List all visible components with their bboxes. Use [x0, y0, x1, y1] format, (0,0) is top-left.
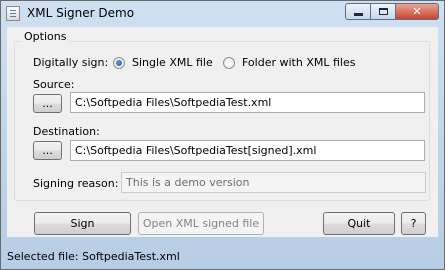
- sign-button[interactable]: Sign: [34, 212, 131, 235]
- destination-path-field[interactable]: C:\Softpedia Files\SoftpediaTest[signed]…: [70, 140, 425, 161]
- maximize-button[interactable]: [371, 3, 396, 20]
- close-button[interactable]: ✕: [396, 3, 439, 20]
- options-group-title: Options: [21, 30, 70, 43]
- window-title: XML Signer Demo: [27, 6, 135, 20]
- app-window: XML Signer Demo ✕ Options Digitally sign…: [0, 0, 445, 270]
- radio-single-file[interactable]: Single XML file: [113, 56, 213, 69]
- source-label: Source:: [33, 78, 75, 91]
- app-icon: [6, 6, 20, 21]
- status-bar-text: Selected file: SoftpediaTest.xml: [7, 250, 180, 263]
- radio-single-file-indicator[interactable]: [113, 56, 125, 69]
- minimize-button[interactable]: [345, 3, 371, 20]
- radio-selected-dot: [116, 59, 122, 66]
- quit-button[interactable]: Quit: [323, 212, 395, 235]
- destination-browse-button[interactable]: ...: [33, 141, 62, 160]
- digitally-sign-label: Digitally sign:: [33, 56, 109, 69]
- radio-folder-label: Folder with XML files: [242, 56, 356, 69]
- minimize-icon: [353, 12, 363, 16]
- close-icon: ✕: [412, 5, 422, 18]
- maximize-icon: [378, 8, 388, 15]
- destination-label: Destination:: [33, 125, 100, 138]
- radio-folder[interactable]: Folder with XML files: [223, 56, 355, 69]
- signing-reason-field[interactable]: This is a demo version: [121, 172, 426, 193]
- source-browse-button[interactable]: ...: [33, 94, 62, 113]
- window-controls: ✕: [345, 3, 439, 21]
- radio-folder-indicator[interactable]: [223, 56, 235, 69]
- signing-reason-label: Signing reason:: [33, 177, 119, 190]
- help-button[interactable]: ?: [401, 212, 426, 235]
- radio-single-file-label: Single XML file: [132, 56, 213, 69]
- open-signed-file-button[interactable]: Open XML signed file: [138, 212, 264, 235]
- source-path-field[interactable]: C:\Softpedia Files\SoftpediaTest.xml: [70, 92, 425, 113]
- title-bar[interactable]: XML Signer Demo ✕: [1, 1, 444, 27]
